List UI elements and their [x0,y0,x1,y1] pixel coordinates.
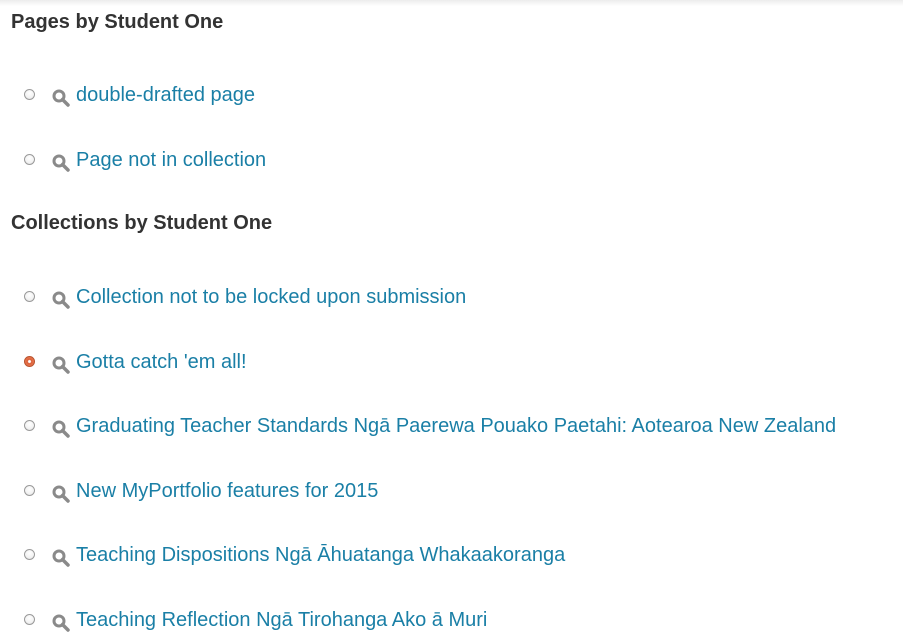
magnifier-icon[interactable] [52,614,70,632]
top-shadow [0,0,903,6]
collection-link[interactable]: Teaching Reflection Ngā Tirohanga Ako ā … [76,607,487,633]
page-link[interactable]: double-drafted page [76,82,255,108]
magnifier-icon[interactable] [52,89,70,107]
list-item-collection: Graduating Teacher Standards Ngā Paerewa… [0,413,903,446]
magnifier-icon[interactable] [52,291,70,309]
radio-button[interactable] [24,549,35,560]
radio-button-selected[interactable] [24,356,35,367]
list-item-collection: Teaching Reflection Ngā Tirohanga Ako ā … [0,607,903,640]
radio-button[interactable] [24,154,35,165]
magnifier-icon[interactable] [52,420,70,438]
collection-link[interactable]: New MyPortfolio features for 2015 [76,478,378,504]
radio-button[interactable] [24,614,35,625]
list-item-collection: Collection not to be locked upon submiss… [0,284,903,317]
collection-link[interactable]: Collection not to be locked upon submiss… [76,284,466,310]
list-item-collection: Gotta catch 'em all! [0,349,903,382]
list-item-page: Page not in collection [0,147,903,180]
collection-link[interactable]: Graduating Teacher Standards Ngā Paerewa… [76,413,836,439]
magnifier-icon[interactable] [52,549,70,567]
radio-button[interactable] [24,485,35,496]
collection-link[interactable]: Teaching Dispositions Ngā Āhuatanga Whak… [76,542,565,568]
page-link[interactable]: Page not in collection [76,147,266,173]
list-item-collection: Teaching Dispositions Ngā Āhuatanga Whak… [0,542,903,575]
collections-section-heading: Collections by Student One [11,212,273,234]
collection-link[interactable]: Gotta catch 'em all! [76,349,247,375]
list-item-collection: New MyPortfolio features for 2015 [0,478,903,511]
magnifier-icon[interactable] [52,485,70,503]
list-item-page: double-drafted page [0,82,903,115]
pages-section-heading: Pages by Student One [11,11,224,33]
magnifier-icon[interactable] [52,154,70,172]
radio-button[interactable] [24,420,35,431]
radio-button[interactable] [24,89,35,100]
radio-button[interactable] [24,291,35,302]
magnifier-icon[interactable] [52,356,70,374]
